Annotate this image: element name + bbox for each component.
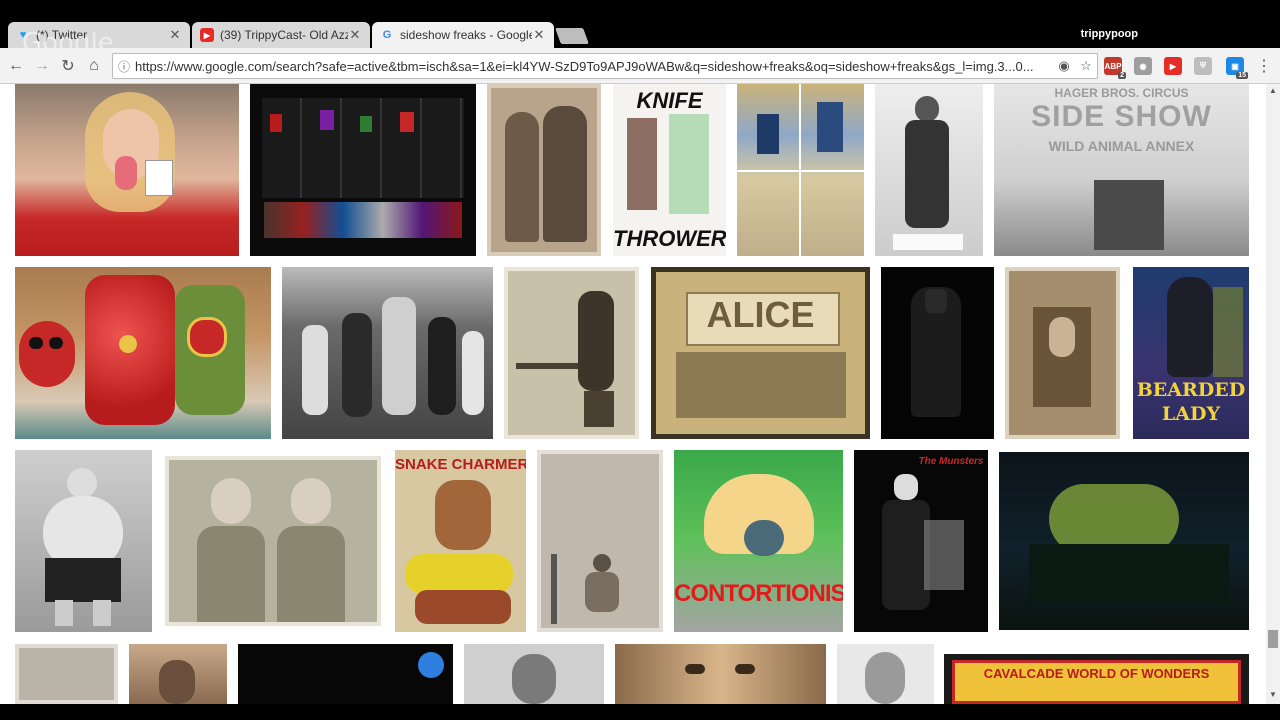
- adblock-icon[interactable]: ABP 2: [1104, 57, 1126, 79]
- image-thumb-tongue-card[interactable]: [15, 84, 239, 256]
- image-thumb-small-girl[interactable]: [537, 450, 663, 632]
- poster-title-bottom: THROWER: [613, 226, 726, 251]
- image-thumb-woman-in-box[interactable]: [1005, 267, 1120, 439]
- new-tab-button[interactable]: [555, 28, 589, 44]
- browser-toolbar: ← → ↻ ⌂ ⓘ https://www.google.com/search?…: [0, 48, 1280, 84]
- poster-title-top: KNIFE: [636, 88, 703, 113]
- home-icon[interactable]: ⌂: [84, 56, 104, 76]
- location-icon[interactable]: ◉: [1053, 58, 1075, 74]
- image-thumb-figure-shelves[interactable]: [250, 84, 476, 256]
- image-thumb-vintage-two-women[interactable]: [487, 84, 601, 256]
- shield-icon[interactable]: ⛨: [1194, 57, 1212, 75]
- scroll-down-icon[interactable]: ▼: [1266, 690, 1280, 702]
- info-icon[interactable]: ⓘ: [113, 58, 135, 75]
- scroll-up-icon[interactable]: ▲: [1266, 86, 1280, 98]
- extension-badge: 15: [1236, 72, 1248, 79]
- image-thumb-vintage-portrait-1[interactable]: [15, 644, 118, 704]
- snake-title: SNAKE CHARMER: [395, 456, 526, 473]
- bearded-title-1: BEARDED: [1136, 379, 1246, 401]
- close-icon[interactable]: ✕: [532, 27, 546, 43]
- tab-title: (39) TrippyCast- Old Azz: [220, 28, 348, 42]
- alice-sign-text: ALICE: [706, 294, 815, 335]
- tab-title: sideshow freaks - Google: [400, 28, 532, 42]
- cavalcade-title: CAVALCADE WORLD OF WONDERS: [983, 666, 1210, 681]
- tab-strip: ♥ (*) Twitter ✕ ▶ (39) TrippyCast- Old A…: [0, 0, 1280, 58]
- google-icon: G: [382, 29, 392, 41]
- image-thumb-man-with-snake[interactable]: [875, 84, 983, 256]
- image-thumb-workshop-collage[interactable]: [737, 84, 864, 256]
- tab-google-images[interactable]: G sideshow freaks - Google ✕: [372, 22, 554, 48]
- image-thumb-vintage-portrait-2[interactable]: [129, 644, 227, 704]
- image-thumb-face-closeup[interactable]: [615, 644, 826, 704]
- image-results: KNIFE THROWER HAGER BROS. CIRCUS SIDE SH…: [0, 84, 1266, 704]
- scrollbar-thumb[interactable]: [1268, 630, 1278, 648]
- youtube-icon: ▶: [200, 28, 214, 42]
- image-thumb-vintage-woman[interactable]: [837, 644, 934, 704]
- image-thumb-batman-figure[interactable]: [881, 267, 994, 439]
- bottom-bar: [0, 704, 1280, 720]
- address-bar[interactable]: ⓘ https://www.google.com/search?safe=act…: [112, 53, 1098, 79]
- url-text[interactable]: https://www.google.com/search?safe=activ…: [135, 59, 1053, 74]
- image-thumb-twins[interactable]: [165, 456, 381, 626]
- tent-title: SIDE SHOW: [1031, 100, 1212, 133]
- reload-icon[interactable]: ↻: [58, 56, 78, 76]
- image-thumb-cavalcade-banner[interactable]: CAVALCADE WORLD OF WONDERS: [944, 654, 1249, 704]
- cast-icon[interactable]: ▣ 15: [1226, 57, 1248, 79]
- image-thumb-night-forest[interactable]: [999, 452, 1249, 630]
- tent-annex-text: WILD ANIMAL ANNEX: [1048, 138, 1195, 154]
- forward-icon[interactable]: →: [32, 56, 52, 76]
- tab-youtube[interactable]: ▶ (39) TrippyCast- Old Azz ✕: [192, 22, 370, 48]
- image-thumb-hulkbuster-figures[interactable]: [15, 267, 271, 439]
- menu-icon[interactable]: ⋮: [1254, 56, 1274, 76]
- image-thumb-woman-at-table[interactable]: [504, 267, 639, 439]
- munsters-logo: The Munsters: [918, 456, 984, 467]
- image-thumb-large-man[interactable]: [15, 450, 152, 632]
- image-thumb-knife-thrower[interactable]: KNIFE THROWER: [613, 84, 726, 256]
- profile-name[interactable]: trippypoop: [1081, 28, 1138, 40]
- close-icon[interactable]: ✕: [348, 27, 362, 43]
- image-thumb-dark-blue-light[interactable]: [238, 644, 453, 704]
- back-icon[interactable]: ←: [6, 56, 26, 76]
- image-thumb-bw-portrait[interactable]: [464, 644, 604, 704]
- star-icon[interactable]: ☆: [1075, 58, 1097, 74]
- image-thumb-vintage-group-photo[interactable]: [282, 267, 493, 439]
- image-thumb-bearded-lady[interactable]: BEARDED LADY: [1133, 267, 1249, 439]
- contortionist-title: CONTORTIONIST: [674, 580, 843, 607]
- image-thumb-alice-building[interactable]: ALICE: [651, 267, 870, 439]
- extension-badge: 2: [1118, 72, 1126, 79]
- close-icon[interactable]: ✕: [168, 27, 182, 43]
- image-thumb-snake-charmer[interactable]: SNAKE CHARMER: [395, 450, 526, 632]
- image-thumb-munsters-figure[interactable]: The Munsters: [854, 450, 988, 632]
- bearded-title-2: LADY: [1161, 403, 1221, 425]
- image-thumb-contortionist[interactable]: CONTORTIONIST: [674, 450, 843, 632]
- youtube-ext-icon[interactable]: ▶: [1164, 57, 1182, 75]
- camera-icon[interactable]: ◉: [1134, 57, 1152, 75]
- image-thumb-side-show-tent[interactable]: HAGER BROS. CIRCUS SIDE SHOW WILD ANIMAL…: [994, 84, 1249, 256]
- tent-circus-text: HAGER BROS. CIRCUS: [1054, 86, 1189, 100]
- page-scrollbar[interactable]: ▲ ▼: [1266, 84, 1280, 704]
